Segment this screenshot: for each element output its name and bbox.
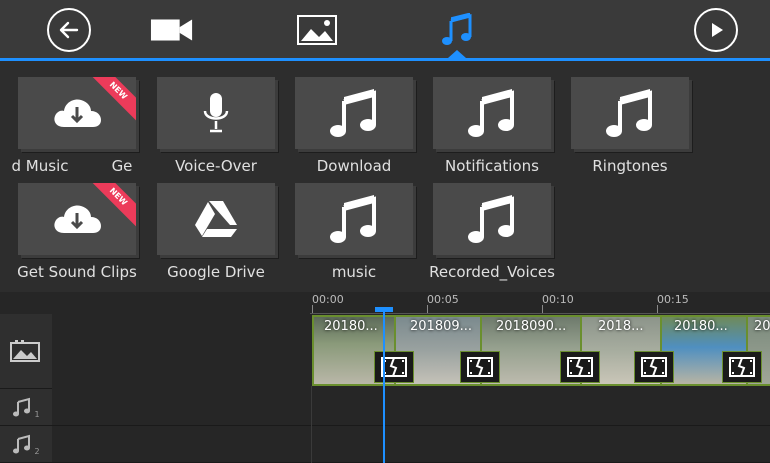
source-google-drive[interactable]: Google Drive — [139, 167, 275, 281]
source-label: Get Sound Clips — [17, 263, 137, 281]
source-card — [433, 183, 551, 255]
clip-name: 201809... — [410, 319, 473, 334]
source-label: music — [331, 263, 377, 281]
transition-button[interactable] — [460, 351, 500, 383]
source-recorded-voices[interactable]: Recorded_Voices — [415, 167, 555, 281]
transition-icon — [467, 357, 493, 377]
audio-track-number: 2 — [34, 446, 40, 456]
play-button[interactable] — [694, 8, 738, 52]
transition-icon — [567, 357, 593, 377]
transition-button[interactable] — [560, 351, 600, 383]
source-label: Ringtones — [592, 157, 668, 175]
transition-button[interactable] — [374, 351, 414, 383]
music-note-icon — [468, 195, 514, 243]
music-note-icon — [13, 397, 31, 417]
video-clip-strip[interactable]: 20180... 201809... 2018090... 2018... 20… — [312, 315, 770, 386]
transition-button[interactable] — [634, 351, 674, 383]
video-tab[interactable] — [150, 8, 194, 52]
source-card — [295, 183, 413, 255]
ruler-label: 00:05 — [427, 293, 459, 306]
video-track-header[interactable] — [0, 314, 52, 389]
app-window: NEW d Music Ge Voice-Over Download Notif… — [0, 0, 770, 463]
audio-track-number: 1 — [34, 409, 40, 419]
audio-tab[interactable] — [435, 8, 479, 52]
source-card — [571, 77, 689, 149]
transition-icon — [641, 357, 667, 377]
ruler-label: 00:15 — [657, 293, 689, 306]
music-note-icon — [606, 89, 652, 137]
source-notifications[interactable]: Notifications — [415, 61, 551, 175]
source-card: NEW — [18, 77, 136, 149]
music-note-icon — [468, 89, 514, 137]
ruler-tick — [312, 305, 313, 313]
back-arrow-icon — [59, 21, 79, 39]
audio-track-2-lane[interactable] — [52, 426, 770, 463]
image-icon — [297, 15, 337, 45]
audio-track-1-header[interactable]: 1 — [0, 389, 52, 426]
audio-track-1-lane[interactable] — [52, 389, 770, 426]
clip-name: 20180... — [674, 319, 728, 334]
clip-name: 2018... — [598, 319, 644, 334]
source-label: Google Drive — [167, 263, 265, 281]
source-get-music[interactable]: NEW d Music Ge — [0, 61, 136, 175]
playhead[interactable] — [383, 308, 385, 463]
source-ringtones[interactable]: Ringtones — [553, 61, 689, 175]
microphone-icon — [203, 93, 229, 133]
google-drive-icon — [195, 201, 237, 237]
source-download[interactable]: Download — [277, 61, 413, 175]
play-icon — [712, 23, 723, 37]
ruler-label: 00:10 — [542, 293, 574, 306]
timeline-start-divider — [311, 386, 312, 463]
cloud-download-icon — [54, 205, 101, 233]
source-get-sound-clips[interactable]: NEW Get Sound Clips — [0, 167, 137, 281]
clip-name: 2018090... — [496, 319, 567, 334]
clip-name: 20180... — [324, 319, 378, 334]
image-tab[interactable] — [295, 8, 339, 52]
music-note-icon — [330, 89, 376, 137]
transition-icon — [729, 357, 755, 377]
source-music-folder[interactable]: music — [277, 167, 413, 281]
source-card — [157, 77, 275, 149]
video-camera-icon — [150, 19, 193, 41]
source-voice-over[interactable]: Voice-Over — [139, 61, 275, 175]
top-toolbar — [0, 0, 770, 58]
music-note-icon — [13, 434, 31, 454]
music-note-icon — [442, 13, 472, 45]
source-card: NEW — [18, 183, 136, 255]
source-card — [157, 183, 275, 255]
back-button[interactable] — [47, 8, 91, 52]
ruler-tick — [542, 305, 543, 313]
source-card — [433, 77, 551, 149]
clip-name: 20 — [754, 319, 770, 334]
audio-source-grid: NEW d Music Ge Voice-Over Download Notif… — [0, 61, 770, 292]
ruler-tick — [657, 305, 658, 313]
source-card — [295, 77, 413, 149]
music-note-icon — [330, 195, 376, 243]
ruler-label: 00:00 — [312, 293, 344, 306]
active-tab-indicator — [448, 50, 466, 58]
audio-track-2-header[interactable]: 2 — [0, 426, 52, 463]
ruler-tick — [427, 305, 428, 313]
transition-button[interactable] — [722, 351, 762, 383]
source-label: Recorded_Voices — [429, 263, 555, 281]
cloud-download-icon — [54, 99, 101, 127]
photo-video-track-icon — [10, 340, 40, 362]
